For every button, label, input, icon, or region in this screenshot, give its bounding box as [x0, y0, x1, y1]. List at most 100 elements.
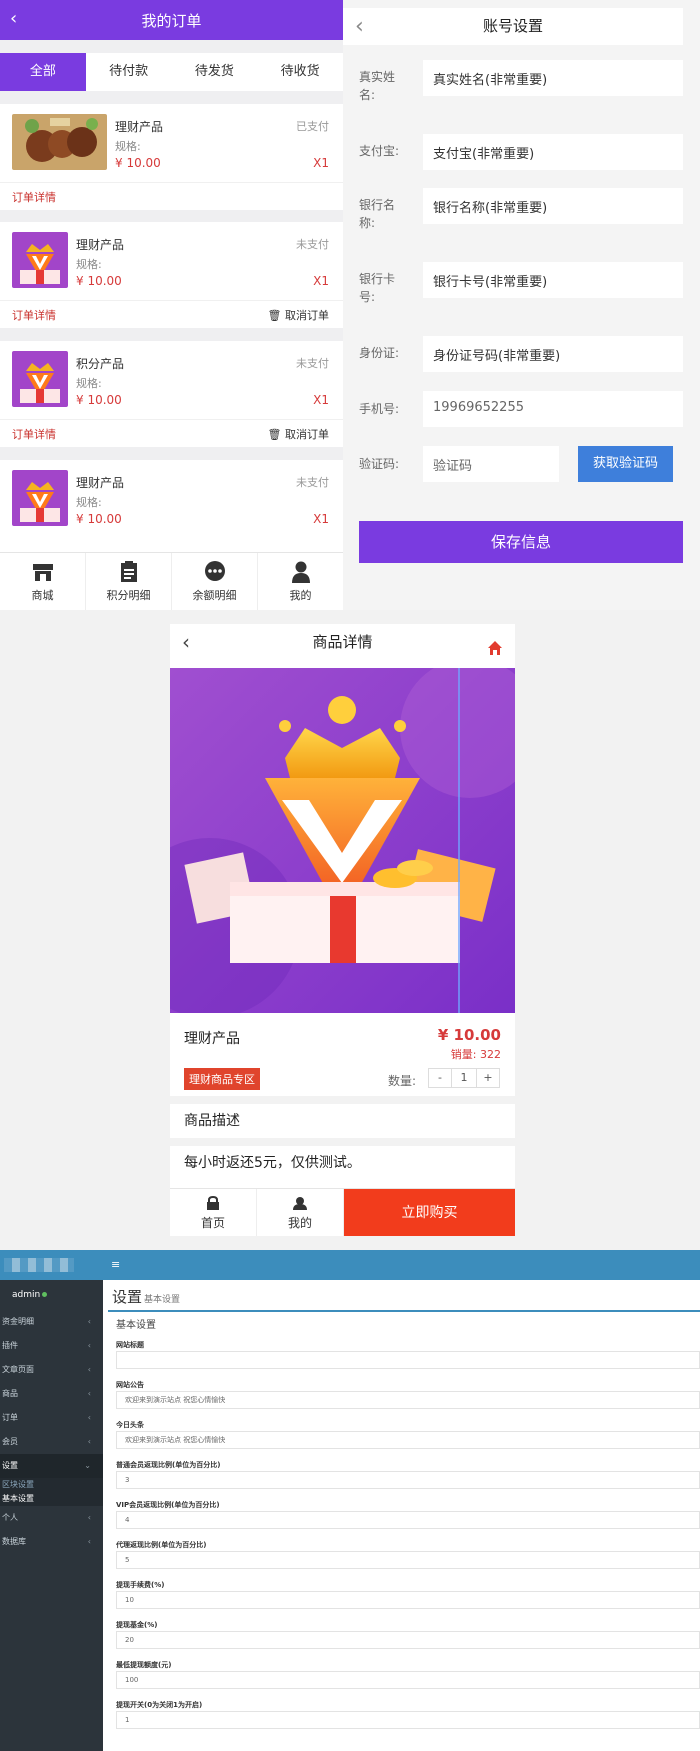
headline-input[interactable]: 欢迎来到演示站点 祝您心情愉快 — [116, 1431, 700, 1449]
bank-card-input[interactable]: 银行卡号(非常重要) — [423, 262, 683, 298]
order-qty: X1 — [313, 512, 329, 526]
site-notice-label: 网站公告 — [116, 1381, 144, 1389]
menu-label: 商品 — [2, 1389, 18, 1398]
nav-points[interactable]: 积分明细 — [86, 553, 172, 610]
tab-pending-receipt[interactable]: 待收货 — [257, 53, 343, 91]
menu-item-articles[interactable]: 文章页面 ‹ — [0, 1358, 103, 1382]
decrement-button[interactable]: - — [429, 1069, 451, 1087]
order-status: 未支付 — [296, 357, 329, 370]
product-spec: 规格: — [76, 377, 102, 390]
vip-rebate-input[interactable]: 4 — [116, 1511, 700, 1529]
blurred-logo — [4, 1258, 74, 1272]
nav-points-label: 积分明细 — [106, 589, 151, 602]
menu-item-members[interactable]: 会员 ‹ — [0, 1430, 103, 1454]
back-icon[interactable]: ‹ — [355, 8, 364, 45]
quantity-value[interactable]: 1 — [451, 1069, 477, 1087]
order-detail-link[interactable]: 订单详情 — [12, 307, 56, 323]
menu-toggle-icon[interactable]: ≡ — [111, 1258, 120, 1271]
home-icon[interactable] — [487, 633, 503, 669]
nav-mall[interactable]: 商城 — [0, 553, 86, 610]
submenu-block-settings[interactable]: 区块设置 — [0, 1478, 103, 1492]
save-button[interactable]: 保存信息 — [359, 521, 683, 563]
orders-topbar: ‹ 我的订单 — [0, 0, 343, 40]
submenu-basic-settings[interactable]: 基本设置 — [0, 1492, 103, 1506]
bank-card-label: 银行卡号: — [359, 272, 396, 304]
account-header: ‹ 账号设置 — [343, 8, 683, 45]
normal-rebate-input[interactable]: 3 — [116, 1471, 700, 1489]
store-icon — [0, 559, 85, 585]
divider — [0, 300, 343, 301]
back-icon[interactable]: ‹ — [182, 624, 190, 660]
page-title-text: 设置 — [112, 1288, 143, 1306]
real-name-input[interactable]: 真实姓名(非常重要) — [423, 60, 683, 96]
description-text: 每小时返还5元，仅供测试。 — [170, 1146, 515, 1180]
phone-input[interactable]: 19969652255 — [423, 391, 683, 427]
nav-balance-label: 余额明细 — [192, 589, 237, 602]
menu-item-plugins[interactable]: 插件 ‹ — [0, 1334, 103, 1358]
sales-count: 销量: 322 — [450, 1048, 501, 1061]
menu-item-funds[interactable]: 资金明细 ‹ — [0, 1310, 103, 1334]
admin-menu: 资金明细 ‹ 插件 ‹ 文章页面 ‹ 商品 ‹ 订单 ‹ 会员 ‹ 设置 ⌄ 区块设置 基本设… — [0, 1310, 103, 1554]
order-qty: X1 — [313, 156, 329, 170]
tab-pending-payment[interactable]: 待付款 — [86, 53, 172, 91]
user-icon — [258, 559, 343, 585]
nav-balance[interactable]: 余额明细 — [172, 553, 258, 610]
nav-mine[interactable]: 我的 — [258, 553, 343, 610]
menu-item-database[interactable]: 数据库 ‹ — [0, 1530, 103, 1554]
normal-rebate-label: 普通会员返现比例(单位为百分比) — [116, 1461, 221, 1469]
order-detail-link[interactable]: 订单详情 — [12, 426, 56, 442]
id-card-input[interactable]: 身份证号码(非常重要) — [423, 336, 683, 372]
withdraw-fund-input[interactable]: 20 — [116, 1631, 700, 1649]
order-card: 积分产品 规格: ¥ 10.00 未支付 X1 订单详情 🗑 取消订单 — [0, 341, 343, 447]
chevron-down-icon: ⌄ — [84, 1461, 91, 1470]
page-title: 账号设置 — [482, 17, 543, 35]
menu-item-personal[interactable]: 个人 ‹ — [0, 1506, 103, 1530]
order-card: 理财产品 规格: ¥ 10.00 已支付 X1 订单详情 — [0, 104, 343, 210]
menu-item-settings[interactable]: 设置 ⌄ — [0, 1454, 103, 1478]
site-title-input[interactable] — [116, 1351, 700, 1369]
increment-button[interactable]: + — [477, 1069, 499, 1087]
tab-all[interactable]: 全部 — [0, 53, 86, 91]
order-qty: X1 — [313, 274, 329, 288]
admin-logo — [0, 1250, 103, 1280]
menu-label: 插件 — [2, 1341, 18, 1350]
chevron-left-icon: ‹ — [87, 1317, 91, 1326]
menu-label: 数据库 — [2, 1537, 26, 1546]
withdraw-switch-input[interactable]: 1 — [116, 1711, 700, 1729]
get-code-button[interactable]: 获取验证码 — [578, 446, 673, 482]
agent-rebate-input[interactable]: 5 — [116, 1551, 700, 1569]
real-name-label: 真实姓名: — [359, 70, 396, 102]
quantity-stepper: - 1 + — [428, 1068, 500, 1088]
product-bottom-bar: 首页 我的 立即购买 — [170, 1188, 515, 1236]
quantity-label: 数量: — [388, 1074, 417, 1088]
phone-label: 手机号: — [359, 402, 400, 416]
agent-rebate-label: 代理返现比例(单位为百分比) — [116, 1541, 207, 1549]
menu-item-products[interactable]: 商品 ‹ — [0, 1382, 103, 1406]
user-avatar-icon — [257, 1195, 343, 1214]
alipay-input[interactable]: 支付宝(非常重要) — [423, 134, 683, 170]
cancel-order-button[interactable]: 🗑 取消订单 — [268, 426, 329, 442]
nav-home-label: 首页 — [200, 1216, 225, 1230]
divider — [0, 419, 343, 420]
order-detail-link[interactable]: 订单详情 — [12, 189, 56, 205]
bank-name-input[interactable]: 银行名称(非常重要) — [423, 188, 683, 224]
min-withdraw-input[interactable]: 100 — [116, 1671, 700, 1689]
category-tag[interactable]: 理财商品专区 — [184, 1068, 260, 1090]
product-price: ¥ 10.00 — [76, 393, 122, 407]
nav-home[interactable]: 首页 — [170, 1189, 257, 1236]
verification-code-input[interactable]: 验证码 — [423, 446, 559, 482]
chevron-left-icon: ‹ — [87, 1437, 91, 1446]
description-heading: 商品描述 — [170, 1104, 515, 1138]
alipay-label: 支付宝: — [359, 144, 400, 158]
box-top-border — [108, 1310, 700, 1312]
menu-item-orders[interactable]: 订单 ‹ — [0, 1406, 103, 1430]
tab-pending-shipment[interactable]: 待发货 — [172, 53, 258, 91]
buy-now-button[interactable]: 立即购买 — [344, 1189, 515, 1236]
cancel-order-button[interactable]: 🗑 取消订单 — [268, 307, 329, 323]
back-icon[interactable]: ‹ — [10, 8, 17, 29]
nav-mine[interactable]: 我的 — [257, 1189, 344, 1236]
product-info: 理财产品 ¥ 10.00 销量: 322 理财商品专区 数量: - 1 + — [170, 1016, 515, 1096]
site-notice-input[interactable]: 欢迎来到演示站点 祝您心情愉快 — [116, 1391, 700, 1409]
withdraw-fund-label: 提现基金(%) — [116, 1621, 158, 1629]
withdraw-fee-input[interactable]: 10 — [116, 1591, 700, 1609]
